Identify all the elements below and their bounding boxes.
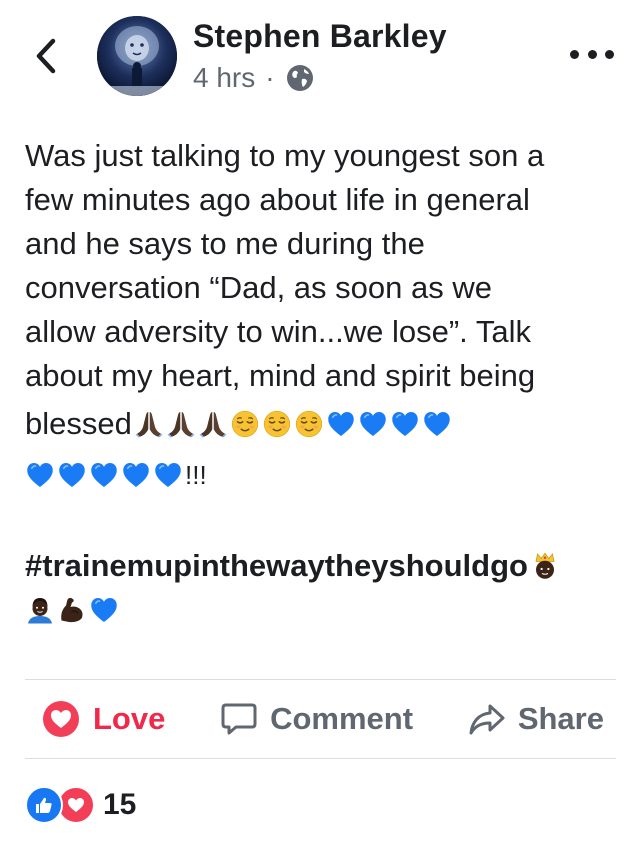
post-text-blessed: blessed [25,406,132,441]
blue-heart-emoji [91,463,117,487]
share-button[interactable]: Share [468,700,604,738]
post-text-line: few minutes ago about life in general [25,182,530,217]
hashtag-link[interactable]: #trainemupinthewaytheyshouldgo [25,544,528,588]
post-text-line: and he says to me during the [25,226,425,261]
lion-avatar-image [97,16,177,96]
emoji-line-1: blessed [25,398,617,450]
more-dot [605,49,614,59]
post-header: Stephen Barkley 4 hrs · [0,0,640,110]
post-text-line: about my heart, mind and spirit being [25,358,536,393]
praying-hands-emoji [199,412,227,438]
relieved-face-emoji [295,410,322,438]
more-dot [587,49,597,59]
blue-heart-emoji [360,412,386,436]
relieved-face-emoji [263,410,290,438]
globe-icon [286,65,313,91]
avatar[interactable] [97,16,177,96]
chevron-left-icon [36,38,56,74]
hashtag-line: #trainemupinthewaytheyshouldgo [25,544,617,588]
blue-heart-emoji [392,412,418,436]
post-text-line: allow adversity to win...we lose”. Talk [25,314,531,349]
praying-hands-emoji [167,412,195,438]
emoji-group [25,595,121,625]
love-button[interactable]: Love [41,699,165,739]
more-dot [570,49,579,59]
blue-heart-emoji [123,463,149,487]
action-bar: Love Comment Share [25,680,616,758]
reaction-summary[interactable]: 15 [25,786,136,824]
blue-heart-emoji [424,412,450,436]
comment-label: Comment [270,701,414,736]
emoji-group [134,409,454,439]
flexed-biceps-emoji [61,597,83,623]
meta-separator: · [265,62,275,93]
post-meta: 4 hrs · [193,62,315,94]
relieved-face-emoji [231,410,258,438]
share-label: Share [517,701,604,736]
love-icon [43,701,79,737]
share-icon [469,704,505,735]
like-icon [25,786,63,824]
reaction-count: 15 [103,788,137,821]
blue-heart-emoji [59,463,85,487]
back-button[interactable] [28,36,64,76]
author-name[interactable]: Stephen Barkley [193,18,447,55]
blue-heart-emoji [27,463,53,487]
prince-emoji [535,552,555,579]
emoji-group [530,551,562,581]
timestamp[interactable]: 4 hrs [193,62,255,94]
post-text-line: conversation “Dad, as soon as we [25,270,492,305]
post-text-line: Was just talking to my youngest son a [25,138,545,173]
emoji-line-2: !!! [25,450,617,500]
blue-heart-emoji [155,463,181,487]
emoji-group [25,460,185,490]
praying-hands-emoji [135,412,163,438]
love-label: Love [93,701,166,736]
hashtag-emoji-line [25,588,617,632]
post-text-exclaim: !!! [185,460,207,490]
more-options-button[interactable] [570,42,614,66]
comment-button[interactable]: Comment [220,700,413,738]
post-body: Was just talking to my youngest son a fe… [25,134,617,632]
blue-heart-emoji [328,412,354,436]
blue-heart-emoji [91,598,117,622]
divider [25,758,616,759]
man-emoji [28,598,52,624]
comment-icon [221,703,257,735]
